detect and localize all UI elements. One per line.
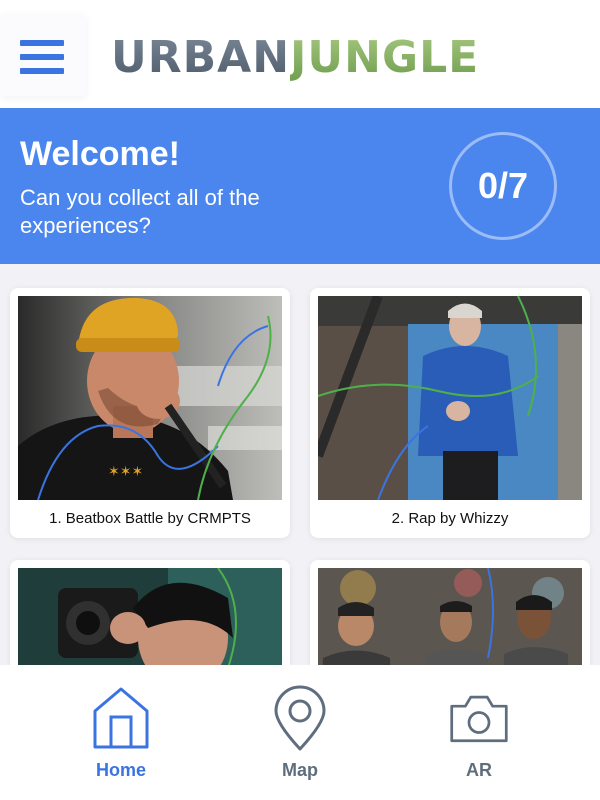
welcome-banner: Welcome! Can you collect all of the expe… <box>0 108 600 264</box>
app-header: URBANJUNGLE <box>0 0 600 108</box>
menu-bar <box>20 40 64 46</box>
home-icon <box>93 687 149 749</box>
svg-text:✶✶✶: ✶✶✶ <box>108 464 143 480</box>
nav-item-map[interactable]: Map <box>230 665 370 800</box>
welcome-title: Welcome! <box>20 135 180 173</box>
nav-label-map: Map <box>282 760 318 780</box>
experience-card-4[interactable] <box>310 560 590 680</box>
experience-card-rap[interactable]: 2. Rap by Whizzy <box>310 288 590 538</box>
nav-item-ar[interactable]: AR <box>409 665 549 800</box>
app-logo: URBANJUNGLE <box>111 30 479 86</box>
bottom-navigation: Home Map AR <box>0 665 600 800</box>
logo-jungle-text: JUNGLE <box>290 32 480 83</box>
experience-caption: 2. Rap by Whizzy <box>391 510 509 527</box>
app-screen: URBANJUNGLE Welcome! Can you collect all… <box>0 0 600 800</box>
map-pin-icon <box>274 685 326 751</box>
logo-urban-text: URBAN <box>111 32 291 83</box>
experience-photo <box>318 568 582 680</box>
menu-bar <box>20 68 64 74</box>
hamburger-menu-icon[interactable] <box>0 14 86 96</box>
experience-caption: 1. Beatbox Battle by CRMPTS <box>49 510 251 527</box>
experience-photo: ✶✶✶ <box>18 296 282 500</box>
camera-icon <box>450 695 508 743</box>
nav-item-home[interactable]: Home <box>51 665 191 800</box>
welcome-subtitle: Can you collect all of the experiences? <box>20 185 260 238</box>
experience-photo <box>318 296 582 500</box>
nav-label-ar: AR <box>466 760 492 780</box>
experience-photo <box>18 568 282 680</box>
experience-card-3[interactable] <box>10 560 290 680</box>
menu-bar <box>20 54 64 60</box>
nav-label-home: Home <box>95 760 146 780</box>
experience-card-beatbox[interactable]: ✶✶✶ 1. Beatbox Battle by CRMPTS <box>10 288 290 538</box>
progress-counter: 0/7 <box>449 132 557 240</box>
